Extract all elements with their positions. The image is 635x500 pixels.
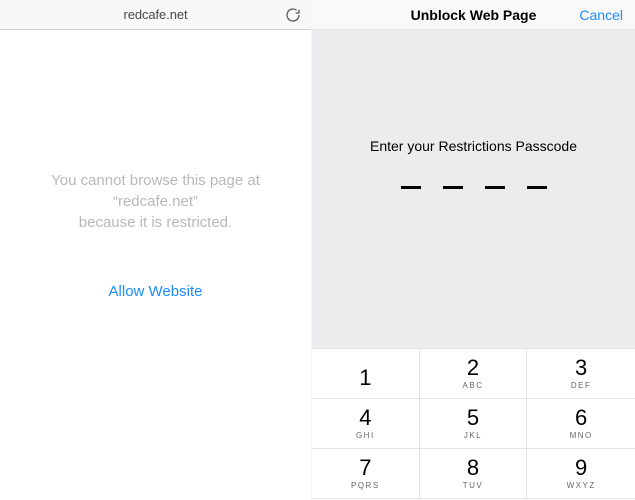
passcode-sheet: Unblock Web Page Cancel Enter your Restr… xyxy=(312,0,635,500)
restricted-body: You cannot browse this page at “redcafe.… xyxy=(0,0,311,470)
key-digit: 4 xyxy=(359,407,371,429)
key-digit: 5 xyxy=(467,407,479,429)
key-4[interactable]: 4 GHI xyxy=(312,399,420,449)
restricted-message: You cannot browse this page at “redcafe.… xyxy=(51,170,260,233)
allow-website-link[interactable]: Allow Website xyxy=(109,283,203,300)
sheet-title: Unblock Web Page xyxy=(411,7,537,23)
restricted-msg-line3: because it is restricted. xyxy=(51,212,260,233)
key-digit: 2 xyxy=(467,357,479,379)
key-3[interactable]: 3 DEF xyxy=(527,349,635,399)
key-letters: PQRS xyxy=(351,481,380,490)
key-letters: WXYZ xyxy=(567,481,596,490)
key-2[interactable]: 2 ABC xyxy=(420,349,528,399)
passcode-prompt: Enter your Restrictions Passcode xyxy=(370,138,577,154)
passcode-dash xyxy=(443,186,463,189)
key-5[interactable]: 5 JKL xyxy=(420,399,528,449)
key-letters: MNO xyxy=(570,431,593,440)
key-9[interactable]: 9 WXYZ xyxy=(527,449,635,499)
key-letters: TUV xyxy=(463,481,484,490)
key-letters: JKL xyxy=(464,431,482,440)
key-letters: DEF xyxy=(571,381,592,390)
key-digit: 9 xyxy=(575,457,587,479)
passcode-dash xyxy=(485,186,505,189)
sheet-header: Unblock Web Page Cancel xyxy=(312,0,635,30)
numeric-keypad: 1 2 ABC 3 DEF 4 GHI 5 JKL 6 MNO 7 PQRS 8 TUV 9 WXYZ xyxy=(312,348,635,499)
key-digit: 8 xyxy=(467,457,479,479)
passcode-dash xyxy=(527,186,547,189)
key-letters: ABC xyxy=(463,381,484,390)
key-1[interactable]: 1 xyxy=(312,349,420,399)
key-digit: 3 xyxy=(575,357,587,379)
passcode-dashes xyxy=(401,186,547,189)
restricted-msg-line1: You cannot browse this page at xyxy=(51,170,260,191)
key-letters: GHI xyxy=(356,431,375,440)
key-digit: 6 xyxy=(575,407,587,429)
key-6[interactable]: 6 MNO xyxy=(527,399,635,449)
restricted-msg-line2: “redcafe.net” xyxy=(51,191,260,212)
key-8[interactable]: 8 TUV xyxy=(420,449,528,499)
key-digit: 1 xyxy=(359,367,371,389)
passcode-dash xyxy=(401,186,421,189)
passcode-area: Enter your Restrictions Passcode xyxy=(312,30,635,348)
key-7[interactable]: 7 PQRS xyxy=(312,449,420,499)
safari-restricted-pane: redcafe.net You cannot browse this page … xyxy=(0,0,312,500)
key-digit: 7 xyxy=(359,457,371,479)
cancel-button[interactable]: Cancel xyxy=(579,7,623,23)
